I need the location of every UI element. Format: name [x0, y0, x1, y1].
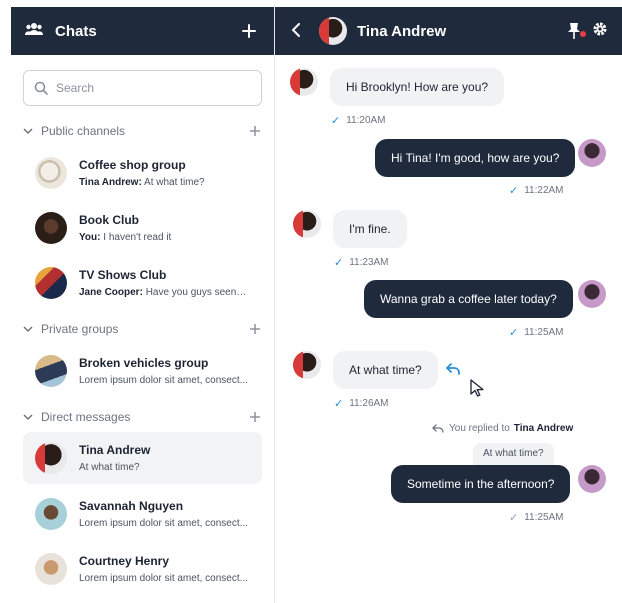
- chat-item-courtney-henry[interactable]: Courtney Henry Lorem ipsum dolor sit ame…: [23, 543, 262, 595]
- conversation-header: Tina Andrew: [275, 7, 622, 55]
- chat-item-name: Savannah Nguyen: [79, 499, 184, 513]
- new-chat-button[interactable]: [238, 20, 260, 42]
- chevron-down-icon: [23, 128, 33, 135]
- chat-item-broken-vehicles-group[interactable]: Broken vehicles group Lorem ipsum dolor …: [23, 345, 262, 397]
- search-input[interactable]: Search: [23, 70, 262, 106]
- message-bubble-outgoing[interactable]: Wanna grab a coffee later today?: [364, 280, 573, 318]
- sender-avatar: [290, 68, 318, 96]
- message-timestamp: ✓ 11:22AM: [509, 185, 564, 197]
- avatar: [35, 442, 67, 474]
- chevron-left-icon: [291, 22, 300, 37]
- own-avatar: [578, 139, 606, 167]
- sender-avatar: [293, 210, 321, 238]
- pin-notification-dot: [580, 31, 586, 37]
- avatar: [35, 553, 67, 585]
- reply-note: You replied to Tina Andrew: [432, 423, 573, 434]
- chat-item-name: Courtney Henry: [79, 554, 170, 568]
- users-icon: [25, 22, 43, 41]
- chat-item-savannah-nguyen[interactable]: Savannah Nguyen Lorem ipsum dolor sit am…: [23, 488, 262, 540]
- back-button[interactable]: [291, 21, 305, 42]
- plus-icon: [250, 126, 260, 136]
- section-direct-messages[interactable]: Direct messages: [23, 407, 262, 427]
- check-icon: ✓: [331, 115, 341, 127]
- avatar: [35, 157, 67, 189]
- chat-item-coffee-shop-group[interactable]: Coffee shop group Tina Andrew: At what t…: [23, 147, 262, 199]
- chat-item-book-club[interactable]: Book Club You: I haven't read it: [23, 202, 262, 254]
- add-channel-button[interactable]: [248, 122, 262, 140]
- chat-item-name: Broken vehicles group: [79, 356, 209, 370]
- search-icon: [34, 81, 48, 95]
- avatar: [35, 267, 67, 299]
- plus-icon: [250, 412, 260, 422]
- reply-icon: [432, 423, 444, 433]
- check-icon: ✓: [509, 512, 519, 524]
- chat-item-tina-andrew[interactable]: Tina Andrew At what time?: [23, 432, 262, 484]
- chat-item-preview: Lorem ipsum dolor sit amet, consect...: [79, 375, 248, 386]
- message-timestamp: ✓ 11:20AM: [331, 115, 386, 127]
- plus-icon: [242, 24, 256, 38]
- chat-item-name: Book Club: [79, 213, 139, 227]
- chat-item-preview: Jane Cooper: Have you guys seen the...: [79, 287, 249, 298]
- check-icon: ✓: [334, 257, 344, 269]
- add-direct-message-button[interactable]: [248, 408, 262, 426]
- chat-item-name: TV Shows Club: [79, 268, 167, 282]
- chat-item-name: Coffee shop group: [79, 158, 186, 172]
- avatar: [35, 212, 67, 244]
- message-bubble-incoming[interactable]: I'm fine.: [333, 210, 407, 248]
- sender-avatar: [293, 351, 321, 379]
- section-label: Public channels: [41, 124, 126, 138]
- chat-item-preview: Lorem ipsum dolor sit amet, consect...: [79, 518, 248, 529]
- chevron-down-icon: [23, 414, 33, 421]
- message-bubble-incoming[interactable]: At what time?: [333, 351, 438, 389]
- settings-button[interactable]: [592, 21, 608, 42]
- plus-icon: [250, 324, 260, 334]
- message-bubble-incoming[interactable]: Hi Brooklyn! How are you?: [330, 68, 505, 106]
- avatar: [35, 355, 67, 387]
- chat-list-header: Chats: [11, 7, 274, 55]
- chat-item-tv-shows-club[interactable]: TV Shows Club Jane Cooper: Have you guys…: [23, 257, 262, 309]
- message-bubble-outgoing[interactable]: Sometime in the afternoon?: [391, 465, 571, 503]
- chat-item-preview: Tina Andrew: At what time?: [79, 177, 205, 188]
- avatar: [35, 498, 67, 530]
- conversation-title: Tina Andrew: [357, 22, 447, 40]
- check-icon: ✓: [509, 185, 519, 197]
- quoted-message[interactable]: At what time?: [473, 443, 554, 465]
- chat-item-preview: At what time?: [79, 462, 140, 473]
- own-avatar: [578, 465, 606, 493]
- chat-item-name: Tina Andrew: [79, 443, 151, 457]
- chat-list-title: Chats: [55, 22, 97, 40]
- message-timestamp: ✓ 11:25AM: [509, 512, 564, 524]
- own-avatar: [578, 280, 606, 308]
- chat-item-preview: You: I haven't read it: [79, 232, 172, 243]
- section-label: Private groups: [41, 322, 119, 336]
- chevron-down-icon: [23, 326, 33, 333]
- check-icon: ✓: [334, 398, 344, 410]
- search-placeholder: Search: [56, 81, 95, 95]
- check-icon: ✓: [509, 327, 519, 339]
- section-label: Direct messages: [41, 410, 131, 424]
- cursor-icon: [470, 379, 484, 402]
- message-timestamp: ✓ 11:26AM: [334, 398, 389, 410]
- contact-avatar[interactable]: [319, 17, 347, 45]
- message-bubble-outgoing[interactable]: Hi Tina! I'm good, how are you?: [375, 139, 576, 177]
- reply-icon: [446, 363, 460, 375]
- pin-icon: [568, 23, 580, 39]
- reply-button[interactable]: [445, 362, 461, 381]
- pinned-messages-button[interactable]: [566, 22, 586, 40]
- message-timestamp: ✓ 11:25AM: [509, 327, 564, 339]
- section-private-groups[interactable]: Private groups: [23, 319, 262, 339]
- add-group-button[interactable]: [248, 320, 262, 338]
- gear-icon: [593, 22, 607, 35]
- message-timestamp: ✓ 11:23AM: [334, 257, 389, 269]
- pane-divider: [274, 7, 275, 603]
- section-public-channels[interactable]: Public channels: [23, 121, 262, 141]
- chat-item-preview: Lorem ipsum dolor sit amet, consect...: [79, 573, 248, 584]
